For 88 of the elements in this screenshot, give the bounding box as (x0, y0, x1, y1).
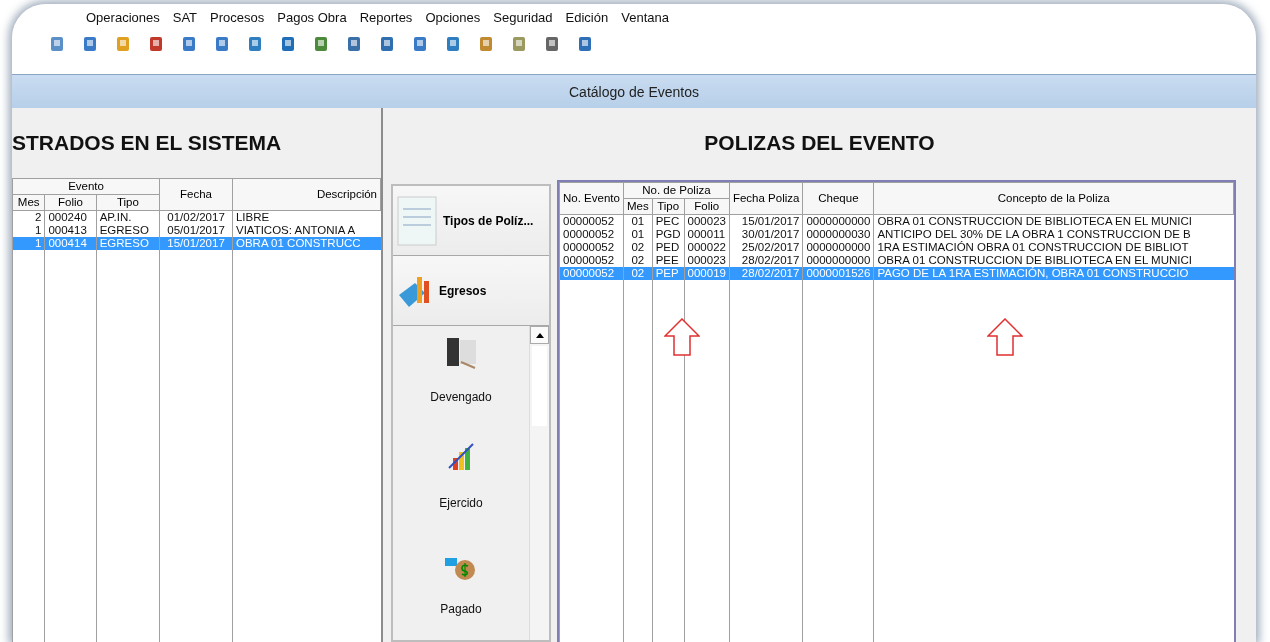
column-header: No. de Poliza (623, 182, 730, 199)
table-cell: 25/02/2017 (729, 241, 803, 254)
column-header: Descripción (232, 178, 381, 211)
table-cell: PAGO DE LA 1RA ESTIMACIÓN, OBRA 01 CONSTRUCCIO (873, 267, 1234, 280)
menu-item[interactable]: Seguridad (493, 10, 553, 30)
table-cell: ANTICIPO DEL 30% DE LA OBRA 1 CONSTRUCCION DE B (873, 228, 1234, 241)
table-cell: 0000000000 (802, 214, 874, 228)
table-row[interactable]: 2 000240 AP.IN. 01/02/2017 LIBRE (12, 210, 381, 224)
table-cell: 2 (12, 210, 45, 224)
table-cell: 15/01/2017 (729, 214, 803, 228)
menu-item[interactable]: Edición (565, 10, 609, 30)
table-cell: 000023 (684, 214, 730, 228)
table-cell: 000414 (44, 237, 97, 250)
table-row[interactable]: 00000052 01 PGD 000011 30/01/2017 0000000030 ANTICIPO DEL 30% DE LA OBRA 1 CONSTRUCCION DE B (559, 228, 1234, 241)
table-cell: 000011 (684, 228, 730, 241)
toolbar-icon[interactable] (48, 35, 66, 53)
toolbar-icon[interactable] (213, 35, 231, 53)
spreadsheet-icon (397, 195, 437, 246)
table-cell: 15/01/2017 (159, 237, 233, 250)
table-cell: 000019 (684, 267, 730, 280)
toolbar-icon[interactable] (246, 35, 264, 53)
table-cell: 01 (623, 214, 653, 228)
up-triangle-icon (535, 332, 544, 338)
toolbar-icon[interactable] (543, 35, 561, 53)
table-cell: 02 (623, 267, 653, 280)
nav-section-button[interactable]: Egresos (393, 256, 549, 326)
column-header: No. Evento (559, 182, 624, 215)
scroll-up-button[interactable] (530, 326, 549, 344)
toolbar-icon[interactable] (345, 35, 363, 53)
table-cell: 30/01/2017 (729, 228, 803, 241)
table-cell: 0000001526 (802, 267, 874, 280)
table-cell: 00000052 (559, 241, 624, 254)
toolbar-icon[interactable] (81, 35, 99, 53)
menu-item[interactable]: Opciones (425, 10, 481, 30)
toolbar-icon[interactable] (477, 35, 495, 53)
up-arrow-icon (987, 318, 1023, 356)
nav-item[interactable]: Ejercido (439, 440, 483, 510)
column-header: Fecha (159, 178, 233, 211)
table-cell: 28/02/2017 (729, 267, 803, 280)
toolbar-icon[interactable] (510, 35, 528, 53)
nav-item[interactable]: Devengado (430, 334, 492, 404)
table-cell: LIBRE (232, 210, 381, 224)
toolbar-icon[interactable] (444, 35, 462, 53)
menu-item[interactable]: Pagos Obra (277, 10, 347, 30)
menu-item[interactable]: Ventana (621, 10, 669, 30)
table-cell: PEP (652, 267, 685, 280)
table-row[interactable]: 00000052 02 PED 000022 25/02/2017 0000000000 1RA ESTIMACIÓN OBRA 01 CONSTRUCCION DE BIBLIOT (559, 241, 1234, 254)
table-cell: 00000052 (559, 228, 624, 241)
table-cell: OBRA 01 CONSTRUCC (232, 237, 381, 250)
table-cell: 01/02/2017 (159, 210, 233, 224)
table-cell: AP.IN. (96, 210, 160, 224)
menu-item[interactable]: Procesos (210, 10, 265, 30)
menu-item[interactable]: Operaciones (86, 10, 160, 30)
table-cell: PGD (652, 228, 685, 241)
table-cell: 0000000030 (802, 228, 874, 241)
panel-title: POLIZAS DEL EVENTO (703, 130, 936, 156)
table-cell: 02 (623, 241, 653, 254)
table-cell: 01 (623, 228, 653, 241)
toolbar-icon[interactable] (576, 35, 594, 53)
menu-item[interactable]: SAT (172, 10, 198, 30)
table-cell: OBRA 01 CONSTRUCCION DE BIBLIOTECA EN EL MUNICI (873, 214, 1234, 228)
table-cell: 00000052 (559, 214, 624, 228)
column-header: Evento (12, 178, 160, 195)
table-cell: 000240 (44, 210, 97, 224)
up-arrow-icon (664, 318, 700, 356)
column-header: Cheque (802, 182, 874, 215)
table-cell: PEC (652, 214, 685, 228)
nav-item[interactable]: Pagado (440, 546, 482, 616)
toolbar-icon[interactable] (411, 35, 429, 53)
window-title: Catálogo de Eventos (12, 74, 1256, 108)
table-cell: PED (652, 241, 685, 254)
table-cell: 0000000000 (802, 241, 874, 254)
table-row[interactable]: 00000052 01 PEC 000023 15/01/2017 0000000000 OBRA 01 CONSTRUCCION DE BIBLIOTECA EN EL MUNICI (559, 214, 1234, 228)
nav-section-button[interactable]: Tipos de Políz... (393, 186, 549, 256)
column-header: Concepto de la Poliza (873, 182, 1234, 215)
menu-item[interactable]: Reportes (359, 10, 413, 30)
table-cell: 1RA ESTIMACIÓN OBRA 01 CONSTRUCCION DE BIBLIOT (873, 241, 1234, 254)
toolbar-icon[interactable] (147, 35, 165, 53)
table-cell: 00000052 (559, 267, 624, 280)
toolbar-icon[interactable] (180, 35, 198, 53)
toolbar-icon[interactable] (312, 35, 330, 53)
table-cell: 000022 (684, 241, 730, 254)
table-cell: EGRESO (96, 237, 160, 250)
table-cell: 1 (12, 237, 45, 250)
toolbar-icon[interactable] (378, 35, 396, 53)
column-header: Fecha Poliza (729, 182, 803, 215)
toolbar-icon[interactable] (279, 35, 297, 53)
panel-title: STRADOS EN EL SISTEMA (12, 130, 283, 156)
